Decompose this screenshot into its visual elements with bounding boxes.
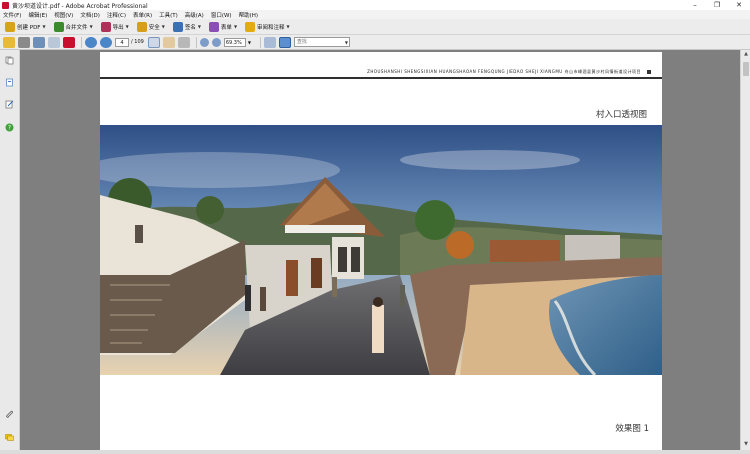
menu-bar: 文件(F) 编辑(E) 视图(V) 文档(D) 注释(C) 表单(R) 工具(T… [0, 10, 750, 19]
header-divider [100, 77, 662, 79]
minimize-button[interactable]: – [684, 0, 706, 10]
next-page-icon[interactable] [100, 36, 112, 48]
bookmarks-icon[interactable] [5, 78, 14, 87]
chevron-down-icon: ▼ [89, 24, 93, 29]
separator [259, 36, 261, 48]
zoom-in-icon[interactable] [211, 37, 221, 47]
acrobat-icon [2, 1, 9, 9]
zoom-level-input[interactable]: 69.3% [223, 37, 246, 47]
export-button[interactable]: 导出 ▼ [98, 20, 132, 33]
combine-files-button[interactable]: 合并文件 ▼ [51, 20, 96, 33]
menu-edit[interactable]: 编辑(E) [28, 11, 47, 19]
chevron-down-icon: ▼ [344, 40, 348, 45]
comment-icon [245, 21, 256, 32]
window-controls: – ❐ ✕ [684, 0, 750, 10]
pdf-page: ZHOUSHANSHI SHENGSIXIAN HUANGSHAOAN FENG… [100, 52, 662, 450]
chevron-down-icon: ▼ [161, 24, 165, 29]
menu-file[interactable]: 文件(F) [3, 11, 21, 19]
separator [81, 36, 82, 48]
combine-files-icon [53, 21, 64, 32]
view-title: 村入口透视图 [595, 110, 647, 120]
pen-icon [172, 21, 183, 32]
menu-document[interactable]: 文档(D) [80, 11, 100, 19]
chevron-down-icon: ▼ [197, 24, 201, 29]
window-title: 黄沙坝道设计.pdf - Adobe Acrobat Professional [12, 2, 148, 10]
create-pdf-button[interactable]: 创建 PDF ▼ [2, 20, 49, 33]
attachment-icon[interactable] [5, 410, 14, 419]
close-button[interactable]: ✕ [728, 0, 750, 10]
page-count: / 109 [131, 39, 144, 45]
title-bar: 黄沙坝道设计.pdf - Adobe Acrobat Professional … [0, 0, 750, 10]
chevron-down-icon: ▼ [42, 24, 46, 29]
chevron-down-icon: ▼ [233, 24, 238, 29]
restore-button[interactable]: ❐ [706, 0, 728, 10]
menu-tools[interactable]: 工具(T) [159, 11, 178, 19]
zoom-dropdown-icon[interactable]: ▼ [248, 40, 251, 45]
scroll-up-icon[interactable]: ▲ [741, 51, 750, 59]
village-entrance-rendering [100, 125, 662, 375]
create-pdf-icon [5, 21, 15, 32]
review-comment-button[interactable]: 审阅和注释 ▼ [242, 20, 293, 33]
acrobat-stop-icon[interactable] [63, 36, 75, 48]
menu-window[interactable]: 窗口(W) [211, 11, 232, 19]
sign-button[interactable]: 签名 ▼ [170, 20, 204, 33]
security-button[interactable]: 安全 ▼ [134, 20, 168, 33]
export-icon [100, 21, 111, 32]
scrollbar-thumb[interactable] [743, 62, 749, 76]
menu-advanced[interactable]: 高级(A) [185, 11, 204, 19]
page-header: ZHOUSHANSHI SHENGSIXIAN HUANGSHAOAN FENG… [367, 69, 651, 75]
lock-icon [136, 21, 147, 32]
print-icon[interactable] [18, 36, 30, 48]
menu-comments[interactable]: 注释(C) [107, 11, 126, 19]
header-marker [647, 70, 651, 74]
pages-icon[interactable] [5, 56, 14, 65]
select-tool-icon[interactable] [147, 36, 160, 48]
marquee-zoom-icon[interactable] [177, 36, 190, 48]
email-icon[interactable] [48, 36, 60, 48]
task-toolbar: 创建 PDF ▼ 合并文件 ▼ 导出 ▼ 安全 ▼ 签名 ▼ 表单 ▼ 审阅和注释 ▼ [0, 19, 750, 35]
help-icon[interactable]: ? [5, 123, 14, 132]
form-icon [208, 21, 219, 32]
menu-forms[interactable]: 表单(R) [133, 11, 152, 19]
find-input[interactable]: 查找 ▼ [293, 37, 350, 47]
navigation-panel: ? [0, 50, 20, 450]
open-folder-icon[interactable] [3, 36, 15, 48]
status-bar [0, 450, 750, 454]
figure-caption: 效果图 1 [615, 424, 649, 434]
hand-tool-icon[interactable] [162, 36, 175, 48]
fit-page-icon[interactable] [263, 36, 276, 48]
signatures-icon[interactable] [5, 100, 14, 109]
navigation-toolbar: 4 / 109 69.3% ▼ 查找 ▼ [0, 35, 750, 50]
chevron-down-icon: ▼ [286, 24, 290, 29]
page-number-input[interactable]: 4 [115, 37, 129, 47]
menu-help[interactable]: 帮助(H) [239, 11, 258, 19]
svg-text:?: ? [8, 125, 11, 132]
save-icon[interactable] [33, 36, 45, 48]
comments-icon[interactable] [5, 433, 14, 442]
zoom-out-icon[interactable] [199, 37, 209, 47]
forms-button[interactable]: 表单 ▼ [206, 20, 240, 33]
document-viewport[interactable]: ZHOUSHANSHI SHENGSIXIAN HUANGSHAOAN FENG… [20, 50, 740, 450]
fit-width-icon[interactable] [278, 36, 291, 48]
vertical-scrollbar[interactable]: ▲ ▼ [740, 50, 750, 450]
scroll-down-icon[interactable]: ▼ [741, 441, 750, 449]
separator [195, 36, 197, 48]
previous-page-icon[interactable] [85, 36, 97, 48]
menu-view[interactable]: 视图(V) [54, 11, 73, 19]
chevron-down-icon: ▼ [125, 24, 129, 29]
